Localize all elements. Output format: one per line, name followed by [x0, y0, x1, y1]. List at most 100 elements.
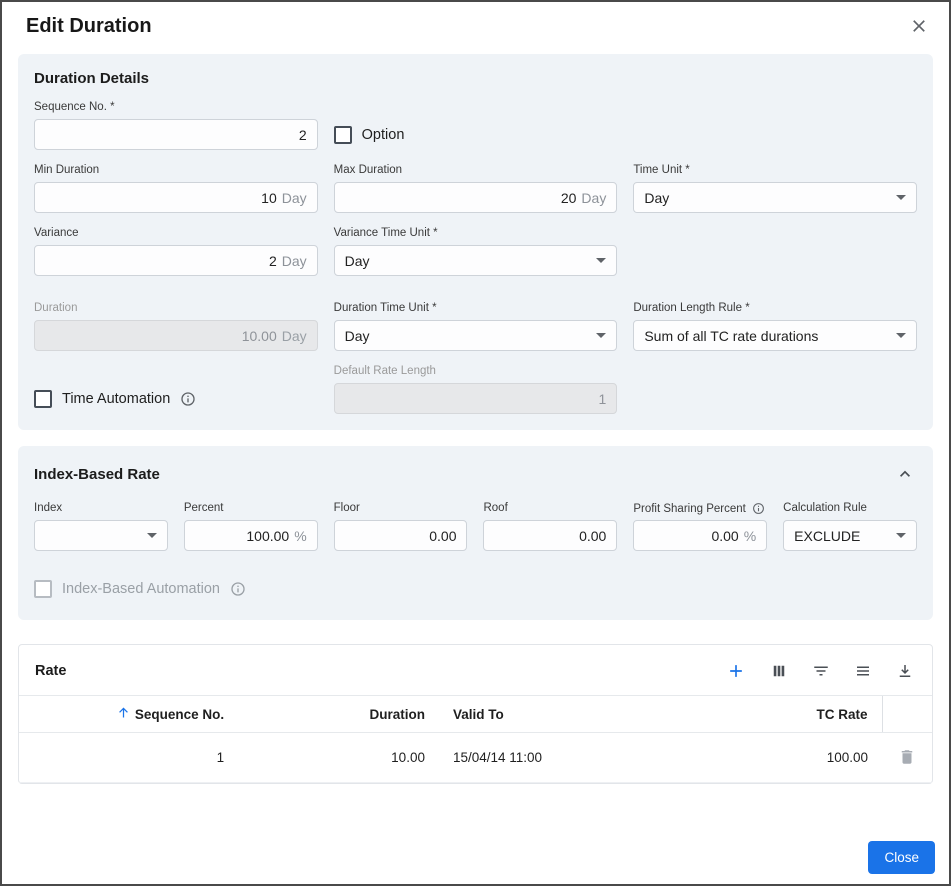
index-based-rate-title: Index-Based Rate [34, 466, 160, 483]
time-unit-value: Day [644, 190, 669, 206]
manage-columns-button[interactable] [768, 660, 790, 682]
delete-icon [898, 754, 916, 769]
delete-row-button[interactable] [896, 746, 918, 768]
time-unit-field-wrap: Time Unit * Day [633, 164, 917, 213]
floor-input[interactable]: 0.00 [334, 520, 468, 551]
chevron-down-icon [147, 533, 157, 538]
percent-suffix: % [294, 528, 306, 544]
duration-length-rule-select[interactable]: Sum of all TC rate durations [633, 320, 917, 351]
duration-time-unit-field-wrap: Duration Time Unit * Day [334, 302, 618, 351]
info-icon[interactable] [180, 391, 196, 407]
calculation-rule-select[interactable]: EXCLUDE [783, 520, 917, 551]
column-header-valid-to[interactable]: Valid To [439, 696, 713, 733]
add-rate-button[interactable] [724, 659, 748, 683]
max-duration-label: Max Duration [334, 164, 618, 178]
columns-icon [770, 668, 788, 683]
export-download-button[interactable] [894, 660, 916, 682]
download-icon [896, 668, 914, 683]
roof-input[interactable]: 0.00 [483, 520, 617, 551]
variance-time-unit-label: Variance Time Unit * [334, 227, 618, 241]
cell-valid-to: 15/04/14 11:00 [439, 733, 713, 783]
dialog-title: Edit Duration [26, 15, 152, 38]
calculation-rule-value: EXCLUDE [794, 528, 860, 544]
min-duration-field-wrap: Min Duration 10 Day [34, 164, 318, 213]
profit-sharing-percent-label: Profit Sharing Percent [633, 502, 767, 516]
duration-time-unit-select[interactable]: Day [334, 320, 618, 351]
chevron-down-icon [596, 258, 606, 263]
time-automation-label: Time Automation [62, 391, 170, 407]
column-header-tc-rate[interactable]: TC Rate [713, 696, 882, 733]
percent-label: Percent [184, 502, 318, 516]
index-label: Index [34, 502, 168, 516]
max-duration-value: 20 [561, 190, 577, 206]
default-rate-length-label: Default Rate Length [334, 365, 618, 379]
option-checkbox[interactable] [334, 126, 352, 144]
duration-details-panel: Duration Details Sequence No. * 2 Option… [18, 54, 933, 430]
variance-label: Variance [34, 227, 318, 241]
filter-icon [812, 668, 830, 683]
sequence-no-label: Sequence No. * [34, 101, 318, 115]
variance-input[interactable]: 2 Day [34, 245, 318, 276]
duration-time-unit-label: Duration Time Unit * [334, 302, 618, 316]
percent-input[interactable]: 100.00 % [184, 520, 318, 551]
percent-value: 100.00 [246, 528, 289, 544]
table-row[interactable]: 1 10.00 15/04/14 11:00 100.00 [19, 733, 932, 783]
time-automation-field-wrap: Time Automation [34, 365, 318, 414]
rate-table: Sequence No. Duration Valid To TC Rate 1… [19, 695, 932, 783]
max-duration-field-wrap: Max Duration 20 Day [334, 164, 618, 213]
cell-duration: 10.00 [238, 733, 439, 783]
info-icon[interactable] [752, 502, 765, 515]
close-button[interactable]: Close [868, 841, 935, 874]
option-field-wrap: Option [334, 101, 618, 150]
chevron-down-icon [896, 195, 906, 200]
default-rate-length-field-wrap: Default Rate Length 1 [334, 365, 618, 414]
column-header-sequence-no[interactable]: Sequence No. [19, 696, 238, 733]
profit-sharing-percent-input[interactable]: 0.00 % [633, 520, 767, 551]
calculation-rule-field-wrap: Calculation Rule EXCLUDE [783, 502, 917, 551]
profit-sharing-percent-suffix: % [744, 528, 756, 544]
chevron-down-icon [596, 333, 606, 338]
duration-length-rule-field-wrap: Duration Length Rule * Sum of all TC rat… [633, 302, 917, 351]
index-select[interactable] [34, 520, 168, 551]
variance-time-unit-select[interactable]: Day [334, 245, 618, 276]
index-based-automation-row: Index-Based Automation [34, 573, 917, 604]
duration-label: Duration [34, 302, 318, 316]
duration-time-unit-value: Day [345, 328, 370, 344]
duration-suffix: Day [282, 328, 307, 344]
percent-field-wrap: Percent 100.00 % [184, 502, 318, 551]
filter-button[interactable] [810, 660, 832, 682]
time-unit-label: Time Unit * [633, 164, 917, 178]
info-icon[interactable] [230, 581, 246, 597]
min-duration-input[interactable]: 10 Day [34, 182, 318, 213]
time-unit-select[interactable]: Day [633, 182, 917, 213]
duration-length-rule-label: Duration Length Rule * [633, 302, 917, 316]
profit-sharing-percent-value: 0.00 [711, 528, 738, 544]
cell-tc-rate: 100.00 [713, 733, 882, 783]
index-based-automation-checkbox [34, 580, 52, 598]
index-based-rate-panel: Index-Based Rate Index Percent 100.00 % [18, 446, 933, 620]
chevron-up-icon [895, 472, 915, 487]
column-header-actions [882, 696, 932, 733]
rate-table-card: Rate [18, 644, 933, 784]
collapse-section-button[interactable] [893, 462, 917, 486]
index-field-wrap: Index [34, 502, 168, 551]
dialog-header: Edit Duration [2, 2, 949, 46]
cell-sequence-no: 1 [19, 733, 238, 783]
sequence-no-value: 2 [299, 127, 307, 143]
variance-field-wrap: Variance 2 Day [34, 227, 318, 276]
default-rate-length-input: 1 [334, 383, 618, 414]
option-label: Option [362, 127, 405, 143]
profit-sharing-percent-field-wrap: Profit Sharing Percent 0.00 % [633, 502, 767, 551]
floor-label: Floor [334, 502, 468, 516]
max-duration-input[interactable]: 20 Day [334, 182, 618, 213]
column-header-duration[interactable]: Duration [238, 696, 439, 733]
duration-field-wrap: Duration 10.00 Day [34, 302, 318, 351]
index-based-automation-label: Index-Based Automation [62, 581, 220, 597]
time-automation-checkbox[interactable] [34, 390, 52, 408]
density-button[interactable] [852, 660, 874, 682]
max-duration-suffix: Day [581, 190, 606, 206]
duration-value: 10.00 [242, 328, 277, 344]
sequence-no-input[interactable]: 2 [34, 119, 318, 150]
dialog-close-button[interactable] [907, 14, 931, 38]
roof-field-wrap: Roof 0.00 [483, 502, 617, 551]
